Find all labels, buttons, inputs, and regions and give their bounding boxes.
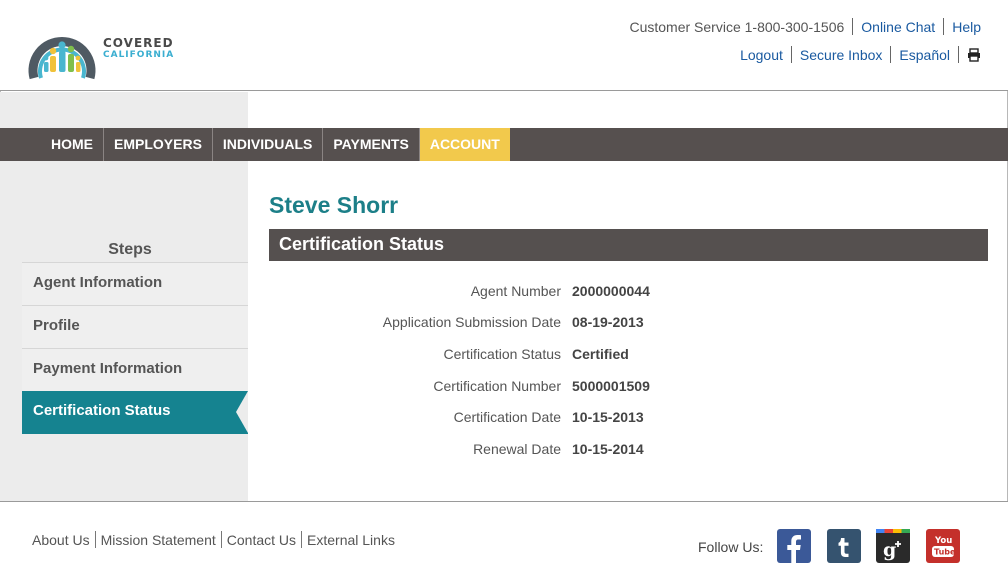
nav-account[interactable]: ACCOUNT bbox=[419, 128, 510, 161]
detail-row: Agent Number 2000000044 bbox=[269, 275, 988, 307]
nav-employers[interactable]: EMPLOYERS bbox=[104, 128, 213, 161]
svg-text:You: You bbox=[934, 536, 952, 546]
detail-value: 10-15-2013 bbox=[572, 409, 644, 426]
divider bbox=[852, 18, 854, 35]
divider bbox=[890, 46, 892, 63]
main-nav: HOME EMPLOYERS INDIVIDUALS PAYMENTS ACCO… bbox=[0, 128, 1008, 161]
step-certification-status[interactable]: Certification Status bbox=[22, 391, 248, 434]
logo-word-covered: COVERED bbox=[103, 36, 174, 50]
steps-heading: Steps bbox=[108, 241, 152, 258]
detail-value: 2000000044 bbox=[572, 282, 650, 299]
detail-label: Renewal Date bbox=[473, 440, 561, 457]
logo-emblem-icon bbox=[28, 36, 96, 80]
divider bbox=[790, 46, 792, 63]
divider bbox=[94, 531, 96, 548]
detail-row: Renewal Date 10-15-2014 bbox=[269, 433, 988, 465]
detail-label: Certification Date bbox=[453, 409, 561, 426]
step-profile[interactable]: Profile bbox=[22, 305, 248, 348]
detail-label: Agent Number bbox=[470, 282, 561, 299]
site-footer: About Us Mission Statement Contact Us Ex… bbox=[0, 501, 1008, 575]
divider bbox=[220, 531, 222, 548]
online-chat-link[interactable]: Online Chat bbox=[861, 19, 935, 35]
step-payment-information[interactable]: Payment Information bbox=[22, 348, 248, 391]
logo-wordmark: COVERED CALIFORNIA bbox=[103, 37, 174, 61]
detail-label: Certification Status bbox=[443, 345, 562, 362]
detail-row: Certification Number 5000001509 bbox=[269, 370, 988, 402]
steps-list: Agent Information Profile Payment Inform… bbox=[22, 262, 248, 434]
detail-value: 10-15-2014 bbox=[572, 440, 644, 457]
covered-california-logo[interactable]: COVERED CALIFORNIA bbox=[26, 18, 186, 84]
follow-us-label: Follow Us: bbox=[698, 539, 764, 555]
nav-individuals[interactable]: INDIVIDUALS bbox=[213, 128, 324, 161]
detail-value: 08-19-2013 bbox=[572, 314, 644, 331]
detail-row: Certification Date 10-15-2013 bbox=[269, 401, 988, 433]
detail-value: 5000001509 bbox=[572, 377, 650, 394]
footer-mission-statement-link[interactable]: Mission Statement bbox=[101, 532, 216, 548]
help-link[interactable]: Help bbox=[952, 19, 981, 35]
detail-label: Application Submission Date bbox=[382, 314, 561, 331]
svg-text:Tube: Tube bbox=[934, 548, 956, 557]
site-header: COVERED CALIFORNIA Customer Service 1-80… bbox=[0, 0, 1008, 91]
svg-text:g: g bbox=[883, 539, 896, 561]
divider bbox=[958, 46, 959, 63]
section-title: Certification Status bbox=[269, 229, 988, 261]
printer-icon[interactable] bbox=[967, 47, 981, 62]
facebook-icon[interactable] bbox=[777, 529, 811, 563]
detail-row: Application Submission Date 08-19-2013 bbox=[269, 307, 988, 339]
logout-link[interactable]: Logout bbox=[740, 47, 783, 63]
nav-home[interactable]: HOME bbox=[41, 128, 104, 161]
google-plus-icon[interactable]: g bbox=[876, 529, 910, 563]
detail-row: Certification Status Certified bbox=[269, 338, 988, 370]
secure-inbox-link[interactable]: Secure Inbox bbox=[800, 47, 883, 63]
tumblr-icon[interactable] bbox=[827, 529, 861, 563]
step-agent-information[interactable]: Agent Information bbox=[22, 262, 248, 305]
logo-word-california: CALIFORNIA bbox=[103, 50, 175, 60]
footer-external-links-link[interactable]: External Links bbox=[307, 532, 395, 548]
utility-links-bottom: Logout Secure Inbox Español bbox=[740, 46, 981, 63]
agent-name: Steve Shorr bbox=[269, 192, 399, 218]
footer-contact-us-link[interactable]: Contact Us bbox=[227, 532, 296, 548]
detail-value: Certified bbox=[572, 345, 629, 362]
footer-about-us-link[interactable]: About Us bbox=[32, 532, 90, 548]
certification-details: Agent Number 2000000044 Application Subm… bbox=[269, 275, 988, 465]
customer-service-phone: Customer Service 1-800-300-1506 bbox=[629, 18, 845, 35]
utility-links-top: Customer Service 1-800-300-1506 Online C… bbox=[629, 18, 981, 35]
detail-label: Certification Number bbox=[433, 377, 561, 394]
divider bbox=[301, 531, 303, 548]
nav-payments[interactable]: PAYMENTS bbox=[323, 128, 420, 161]
footer-links: About Us Mission Statement Contact Us Ex… bbox=[32, 531, 395, 548]
divider bbox=[943, 18, 945, 35]
espanol-link[interactable]: Español bbox=[899, 47, 950, 63]
youtube-icon[interactable]: You Tube bbox=[926, 529, 960, 563]
